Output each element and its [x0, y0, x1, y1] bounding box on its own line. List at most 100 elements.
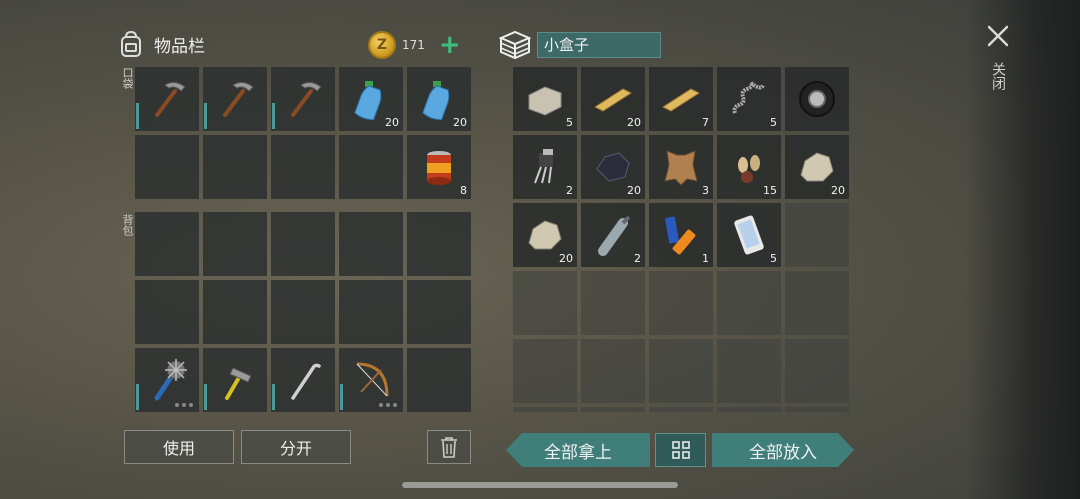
inventory-slot[interactable] [135, 348, 199, 412]
backpack-icon [121, 30, 141, 57]
inventory-slot[interactable]: 2 [581, 203, 645, 267]
inventory-slot[interactable] [581, 271, 645, 335]
split-button[interactable]: 分开 [241, 430, 351, 464]
inventory-slot[interactable] [203, 280, 267, 344]
inventory-slot[interactable]: 3 [649, 135, 713, 199]
inventory-slot[interactable] [135, 212, 199, 276]
inventory-slot[interactable]: 5 [717, 67, 781, 131]
backpack-grid [135, 212, 471, 412]
inventory-slot[interactable] [717, 271, 781, 335]
inventory-slot[interactable] [339, 348, 403, 412]
inventory-slot[interactable] [339, 212, 403, 276]
durability-bar [204, 384, 207, 410]
inventory-slot[interactable] [407, 280, 471, 344]
inventory-slot[interactable]: 5 [717, 203, 781, 267]
pickaxe-icon [291, 81, 322, 117]
sort-grid-icon [671, 441, 690, 459]
crowbar-icon [291, 363, 321, 400]
attachment-dots [379, 403, 397, 407]
inventory-slot[interactable]: 15 [717, 135, 781, 199]
inventory-slot[interactable] [203, 348, 267, 412]
inventory-slot[interactable] [785, 339, 849, 403]
inventory-slot[interactable] [339, 135, 403, 199]
item-quantity: 20 [385, 116, 399, 129]
coin-icon: Z [368, 31, 396, 59]
inventory-slot[interactable] [135, 135, 199, 199]
item-quantity: 5 [566, 116, 573, 129]
hammer-icon [225, 367, 252, 400]
inventory-slot[interactable] [135, 280, 199, 344]
take-all-button[interactable]: 全部拿上 [506, 433, 650, 467]
canned-food-icon [427, 151, 451, 185]
item-quantity: 2 [566, 184, 573, 197]
right-shade [965, 0, 1080, 499]
container-name-field[interactable]: 小盒子 [537, 32, 661, 58]
inventory-slot[interactable] [785, 271, 849, 335]
pocket-grid: 20 20 8 [135, 67, 471, 199]
inventory-slot[interactable]: 2 [513, 135, 577, 199]
inventory-slot[interactable] [649, 271, 713, 335]
use-button[interactable]: 使用 [124, 430, 234, 464]
trash-button[interactable] [427, 430, 471, 464]
inventory-slot[interactable] [649, 407, 713, 412]
inventory-slot[interactable] [271, 212, 335, 276]
close-icon[interactable] [984, 22, 1012, 50]
inventory-slot[interactable] [513, 339, 577, 403]
inventory-slot[interactable] [271, 280, 335, 344]
inventory-title: 物品栏 [154, 36, 205, 57]
inventory-slot[interactable]: 20 [785, 135, 849, 199]
item-quantity: 8 [460, 184, 467, 197]
inventory-slot[interactable] [785, 67, 849, 131]
inventory-slot[interactable] [581, 339, 645, 403]
add-coins-button[interactable]: + [439, 32, 461, 58]
inventory-slot[interactable] [135, 67, 199, 131]
inventory-slot[interactable] [785, 203, 849, 267]
inventory-slot[interactable] [339, 280, 403, 344]
inventory-slot[interactable]: 7 [649, 67, 713, 131]
coin-count: 171 [402, 38, 425, 52]
close-label[interactable]: 关闭 [990, 62, 1006, 90]
item-quantity: 3 [702, 184, 709, 197]
item-quantity: 5 [770, 116, 777, 129]
inventory-slot[interactable]: 8 [407, 135, 471, 199]
inventory-slot[interactable] [717, 339, 781, 403]
empty-bottle-icon [598, 215, 631, 256]
inventory-slot[interactable] [407, 212, 471, 276]
inventory-slot[interactable] [717, 407, 781, 412]
currency-display: Z 171 + [368, 30, 472, 60]
inventory-slot[interactable] [271, 135, 335, 199]
put-all-button[interactable]: 全部放入 [712, 433, 854, 467]
inventory-slot[interactable] [513, 407, 577, 412]
inventory-slot[interactable] [649, 339, 713, 403]
inventory-slot[interactable] [203, 67, 267, 131]
batteries-icon [665, 216, 696, 255]
inventory-slot[interactable]: 20 [407, 67, 471, 131]
item-quantity: 20 [627, 116, 641, 129]
stone-block-icon [528, 86, 562, 116]
home-indicator[interactable] [402, 482, 678, 488]
inventory-slot[interactable] [271, 348, 335, 412]
inventory-slot[interactable] [785, 407, 849, 412]
spiked-club-icon [154, 359, 187, 401]
backpack-label: 背包 [121, 214, 134, 236]
sort-button[interactable] [655, 433, 706, 467]
inventory-slot[interactable] [581, 407, 645, 412]
pocket-label: 口袋 [121, 67, 134, 89]
inventory-slot[interactable]: 20 [339, 67, 403, 131]
item-quantity: 7 [702, 116, 709, 129]
item-quantity: 15 [763, 184, 777, 197]
item-quantity: 5 [770, 252, 777, 265]
inventory-slot[interactable] [513, 271, 577, 335]
pickaxe-icon [223, 81, 254, 117]
inventory-slot[interactable]: 5 [513, 67, 577, 131]
inventory-slot[interactable]: 20 [581, 135, 645, 199]
inventory-slot[interactable] [203, 135, 267, 199]
inventory-slot[interactable] [271, 67, 335, 131]
container-header: 小盒子 [497, 27, 661, 63]
inventory-slot[interactable] [407, 348, 471, 412]
inventory-slot[interactable] [203, 212, 267, 276]
inventory-slot[interactable]: 20 [513, 203, 577, 267]
inventory-slot[interactable]: 20 [581, 67, 645, 131]
durability-bar [272, 384, 275, 410]
inventory-slot[interactable]: 1 [649, 203, 713, 267]
